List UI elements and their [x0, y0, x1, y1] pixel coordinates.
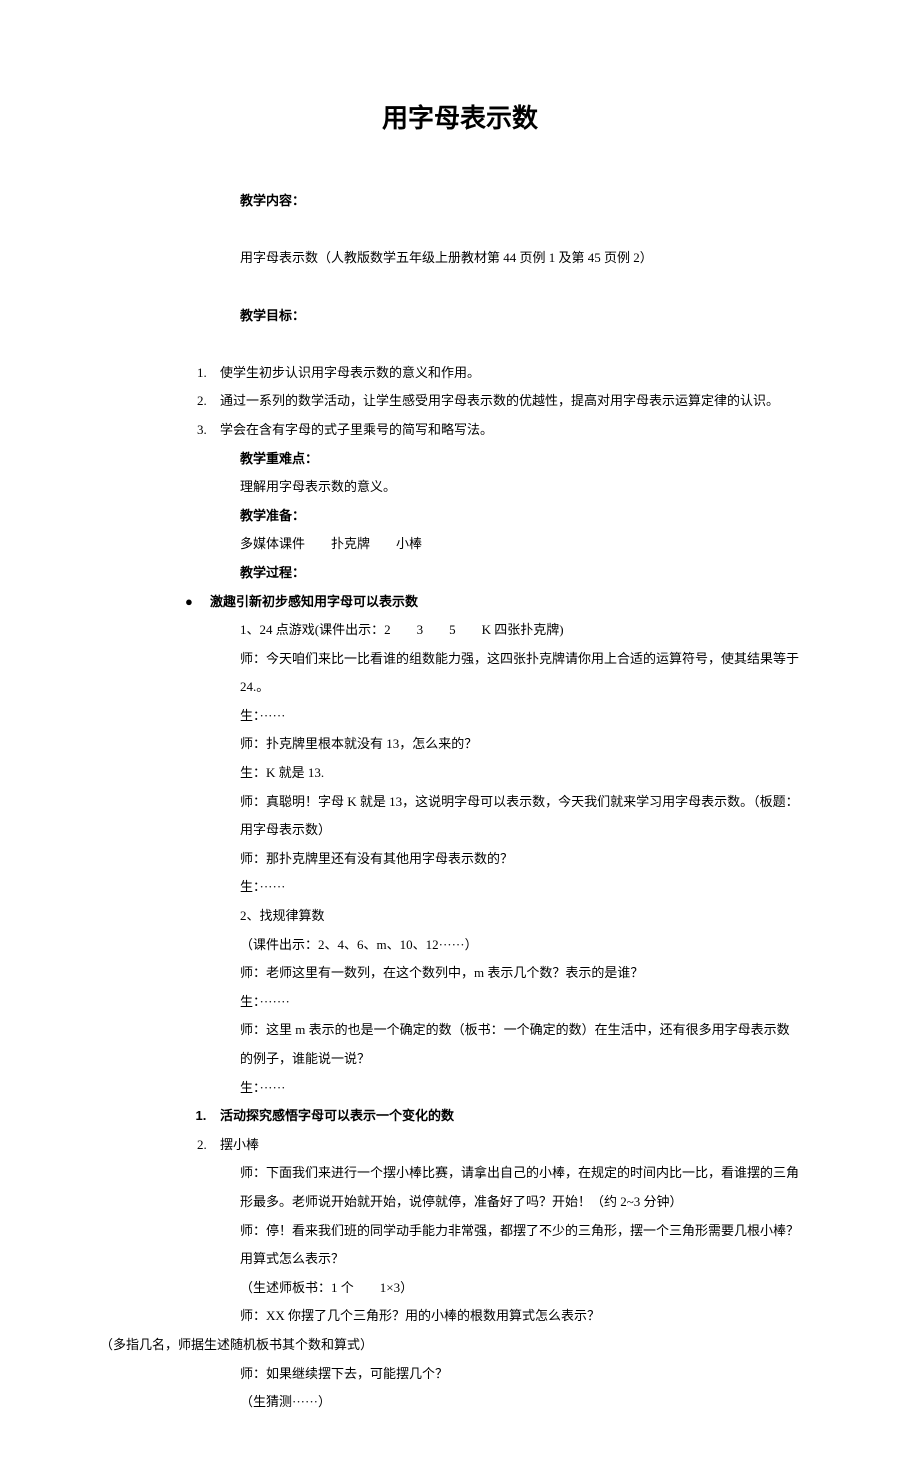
heading-content: 教学内容： — [240, 187, 800, 216]
body-line: 师：老师这里有一数列，在这个数列中，m 表示几个数？表示的是谁？ — [240, 959, 800, 988]
goal-item: 学会在含有字母的式子里乘号的简写和略写法。 — [210, 416, 820, 445]
page-title: 用字母表示数 — [100, 90, 820, 147]
body-subline: （多指几名，师据生述随机板书其个数和算式） — [100, 1331, 820, 1360]
section2-body: 师：下面我们来进行一个摆小棒比赛，请拿出自己的小棒，在规定的时间内比一比，看谁摆… — [240, 1159, 800, 1331]
activity-item: 摆小棒 — [210, 1131, 820, 1160]
body-line: （生猜测······） — [240, 1388, 800, 1417]
difficulty-text: 理解用字母表示数的意义。 — [240, 473, 800, 502]
body-line: 2、找规律算数 — [240, 902, 800, 931]
heading-difficulty: 教学重难点： — [240, 445, 800, 474]
prep-text: 多媒体课件 扑克牌 小棒 — [240, 530, 800, 559]
body-line: 生：······ — [240, 873, 800, 902]
body-line: （生述师板书：1 个 1×3） — [240, 1274, 800, 1303]
body-line: 师：今天咱们来比一比看谁的组数能力强，这四张扑克牌请你用上合适的运算符号，使其结… — [240, 645, 800, 702]
body-line: 师：停！看来我们班的同学动手能力非常强，都摆了不少的三角形，摆一个三角形需要几根… — [240, 1217, 800, 1274]
body-line: 师：XX 你摆了几个三角形？用的小棒的根数用算式怎么表示？ — [240, 1302, 800, 1331]
body-line: 师：真聪明！字母 K 就是 13，这说明字母可以表示数，今天我们就来学习用字母表… — [240, 788, 800, 845]
heading-prep: 教学准备： — [240, 502, 800, 531]
bullet-icon: ● — [185, 588, 210, 617]
section2b-body: 师：如果继续摆下去，可能摆几个？ （生猜测······） — [240, 1360, 800, 1417]
body-line: 师：下面我们来进行一个摆小棒比赛，请拿出自己的小棒，在规定的时间内比一比，看谁摆… — [240, 1159, 800, 1216]
section1-body: 1、24 点游戏(课件出示：2 3 5 K 四张扑克牌) 师：今天咱们来比一比看… — [240, 616, 800, 1102]
heading-goal: 教学目标： — [240, 302, 800, 331]
body-line: 师：那扑克牌里还有没有其他用字母表示数的？ — [240, 845, 800, 874]
activity-list: 活动探究感悟字母可以表示一个变化的数 摆小棒 — [190, 1102, 820, 1159]
content-text: 用字母表示数（人教版数学五年级上册教材第 44 页例 1 及第 45 页例 2） — [240, 244, 800, 273]
section1-heading: 激趣引新初步感知用字母可以表示数 — [210, 588, 418, 617]
body-line: 1、24 点游戏(课件出示：2 3 5 K 四张扑克牌) — [240, 616, 800, 645]
body-line: 生：······· — [240, 988, 800, 1017]
activity-item: 活动探究感悟字母可以表示一个变化的数 — [210, 1102, 820, 1131]
body-line: 师：这里 m 表示的也是一个确定的数（板书：一个确定的数）在生活中，还有很多用字… — [240, 1016, 800, 1073]
body-line: 师：如果继续摆下去，可能摆几个？ — [240, 1360, 800, 1389]
body-line: 生：K 就是 13. — [240, 759, 800, 788]
goal-item: 使学生初步认识用字母表示数的意义和作用。 — [210, 359, 820, 388]
heading-process: 教学过程： — [240, 559, 800, 588]
goal-item: 通过一系列的数学活动，让学生感受用字母表示数的优越性，提高对用字母表示运算定律的… — [210, 387, 820, 416]
body-line: （课件出示：2、4、6、m、10、12······） — [240, 931, 800, 960]
section-bullet-row: ● 激趣引新初步感知用字母可以表示数 — [185, 588, 820, 617]
body-line: 生：······ — [240, 702, 800, 731]
body-line: 师：扑克牌里根本就没有 13，怎么来的？ — [240, 730, 800, 759]
body-line: 生：······ — [240, 1074, 800, 1103]
goal-list: 使学生初步认识用字母表示数的意义和作用。 通过一系列的数学活动，让学生感受用字母… — [190, 359, 820, 445]
